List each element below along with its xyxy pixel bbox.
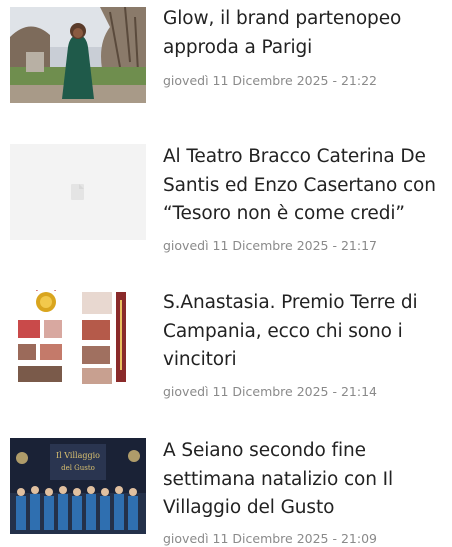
svg-text:Il Villaggio: Il Villaggio <box>56 451 100 460</box>
article-title-link[interactable]: S.Anastasia. Premio Terre di Campania, e… <box>163 289 445 375</box>
image-placeholder-icon <box>10 144 146 240</box>
article-date: giovedì 11 Dicembre 2025 - 21:14 <box>163 384 377 399</box>
article-thumbnail[interactable] <box>10 7 146 103</box>
photo-woman-green-dress <box>10 7 146 103</box>
article-list: Glow, il brand partenopeo approda a Pari… <box>0 0 452 547</box>
article-title-link[interactable]: Glow, il brand partenopeo approda a Pari… <box>163 5 445 62</box>
article-date: giovedì 11 Dicembre 2025 - 21:17 <box>163 238 377 253</box>
photo-choir-stage: Il Villaggio del Gusto <box>10 438 146 534</box>
svg-text:del Gusto: del Gusto <box>61 464 95 472</box>
article-thumbnail[interactable]: Il Villaggio del Gusto <box>10 438 146 534</box>
article-thumbnail[interactable] <box>10 290 146 386</box>
article-date: giovedì 11 Dicembre 2025 - 21:22 <box>163 73 377 88</box>
article-date: giovedì 11 Dicembre 2025 - 21:09 <box>163 531 377 546</box>
article-thumbnail[interactable] <box>10 144 146 240</box>
photo-award-collage <box>10 290 146 386</box>
article-title-link[interactable]: A Seiano secondo fine settimana natalizi… <box>163 437 445 523</box>
article-title-link[interactable]: Al Teatro Bracco Caterina De Santis ed E… <box>163 143 445 229</box>
